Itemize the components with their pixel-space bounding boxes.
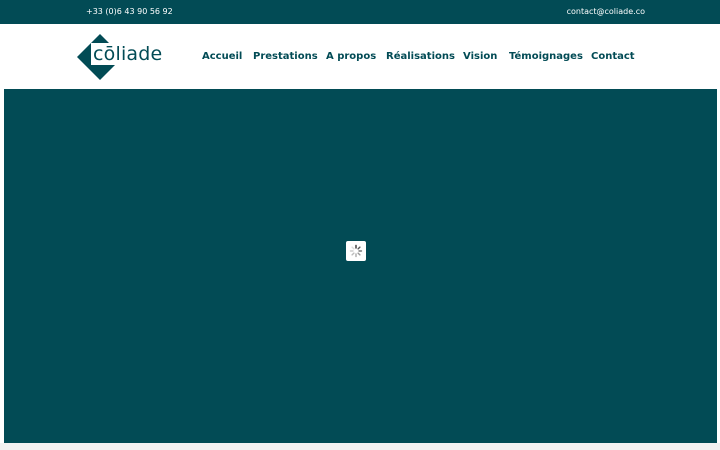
nav-item-realisations[interactable]: Réalisations (386, 51, 455, 62)
page-bottom-strip (0, 443, 720, 450)
top-contact-bar: +33 (0)6 43 90 56 92 contact@coliade.co (0, 0, 720, 24)
phone-link[interactable]: +33 (0)6 43 90 56 92 (86, 7, 173, 16)
nav-item-contact[interactable]: Contact (591, 51, 635, 62)
nav-item-temoignages[interactable]: Témoignages (509, 51, 583, 62)
spinner-icon (349, 244, 363, 258)
loading-indicator (346, 241, 366, 261)
nav-item-a-propos[interactable]: A propos (326, 51, 376, 62)
hero-section (4, 89, 717, 443)
main-navigation: Accueil Prestations A propos Réalisation… (0, 51, 720, 65)
nav-item-vision[interactable]: Vision (463, 51, 497, 62)
nav-item-prestations[interactable]: Prestations (253, 51, 318, 62)
nav-item-accueil[interactable]: Accueil (202, 51, 242, 62)
email-link[interactable]: contact@coliade.co (567, 7, 645, 16)
site-header: cōliade Accueil Prestations A propos Réa… (0, 24, 720, 89)
